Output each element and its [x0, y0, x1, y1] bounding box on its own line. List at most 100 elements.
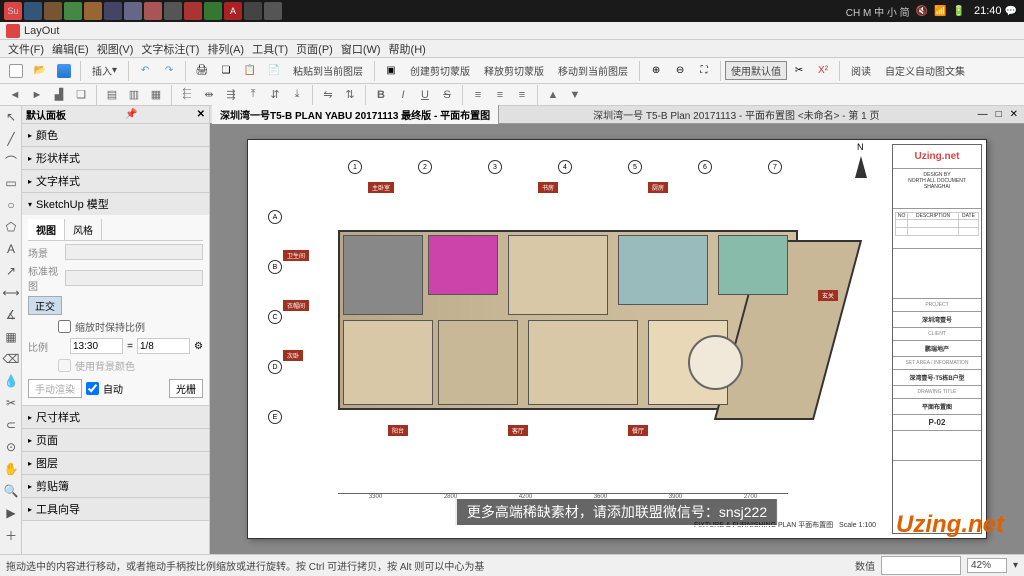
scissors-button[interactable]: ✂ [788, 60, 810, 82]
text-left-button[interactable]: ≡ [468, 86, 488, 104]
paste-layer-button[interactable]: 粘贴到当前图层 [286, 60, 370, 81]
flip-h-button[interactable]: ⇋ [318, 86, 338, 104]
new-button[interactable] [5, 60, 27, 82]
taskbar-app-icon[interactable] [204, 2, 222, 20]
label-tool[interactable]: ↗ [1, 261, 21, 281]
bring-front-button[interactable]: ▲ [543, 86, 563, 104]
xsup-button[interactable]: X² [812, 60, 834, 82]
section-pages[interactable]: 页面 [22, 429, 209, 451]
join-tool[interactable]: ⊂ [1, 415, 21, 435]
paper-sheet[interactable]: Uzing.net DESIGN BYNORTH ALL DOCUMENTSHA… [247, 139, 987, 539]
zoom-out-button[interactable]: ⊖ [669, 60, 691, 82]
offset-tool[interactable]: ⊙ [1, 437, 21, 457]
paste-button[interactable]: 📄 [263, 60, 285, 82]
send-back-button[interactable]: ▼ [565, 86, 585, 104]
taskbar-app-icon[interactable]: A [224, 2, 242, 20]
strike-button[interactable]: S [437, 86, 457, 104]
section-dim[interactable]: 尺寸样式 [22, 406, 209, 428]
dup-button[interactable]: ❏ [215, 60, 237, 82]
release-mask-button[interactable]: 释放剪切蒙版 [477, 60, 551, 81]
menu-view[interactable]: 视图(V) [93, 39, 138, 59]
insert-button[interactable]: 插入 ▾ [85, 60, 124, 81]
layer-a-button[interactable]: ▤ [102, 86, 122, 104]
raster-button[interactable]: 光栅 [169, 379, 203, 398]
menu-pages[interactable]: 页面(P) [292, 39, 337, 59]
section-text[interactable]: 文字样式 [22, 170, 209, 192]
scene-select[interactable] [65, 244, 203, 260]
move-layer-button[interactable]: 移动到当前图层 [551, 60, 635, 81]
page-add-tool[interactable]: ＋ [1, 525, 21, 545]
taskbar-app-icon[interactable] [124, 2, 142, 20]
taskbar-app-icon[interactable] [264, 2, 282, 20]
polygon-tool[interactable]: ⬠ [1, 217, 21, 237]
align-mid-button[interactable]: ⇵ [265, 86, 285, 104]
section-layers[interactable]: 图层 [22, 452, 209, 474]
read-button[interactable]: 阅读 [844, 60, 878, 81]
mask-button[interactable]: ▣ [380, 60, 402, 82]
minimize-icon[interactable]: — [974, 109, 992, 120]
ime-indicator[interactable]: CH M 中 小 简 [846, 4, 910, 19]
close-doc-icon[interactable]: ✕ [1006, 109, 1022, 120]
tray-icon[interactable]: 🔇 [916, 6, 928, 17]
table-tool[interactable]: ▦ [1, 327, 21, 347]
measure-input[interactable] [881, 556, 961, 575]
taskbar-app-icon[interactable] [24, 2, 42, 20]
layer-c-button[interactable]: ▦ [146, 86, 166, 104]
tab-view[interactable]: 视图 [28, 219, 65, 240]
undo-button[interactable]: ↶ [134, 60, 156, 82]
drawing-canvas[interactable]: Uzing.net DESIGN BYNORTH ALL DOCUMENTSHA… [210, 124, 1024, 554]
taskbar-app-icon[interactable] [184, 2, 202, 20]
align-top-button[interactable]: ⤒ [243, 86, 263, 104]
tab-style[interactable]: 风格 [65, 219, 102, 240]
menu-arrange[interactable]: 排列(A) [203, 39, 248, 59]
copy-button[interactable]: 📋 [239, 60, 261, 82]
print-button[interactable]: 🖨 [191, 60, 213, 82]
dim-tool[interactable]: ⟷ [1, 283, 21, 303]
menu-text[interactable]: 文字标注(T) [137, 39, 203, 59]
zoom-tool[interactable]: 🔍 [1, 481, 21, 501]
ratio-b-input[interactable] [137, 338, 190, 354]
circle-tool[interactable]: ○ [1, 195, 21, 215]
tray-header[interactable]: 默认面板 📌 ✕ [22, 106, 209, 124]
taskbar-app-icon[interactable] [104, 2, 122, 20]
page-prev-button[interactable]: ◄ [5, 86, 25, 104]
section-sketchup[interactable]: SketchUp 模型 [22, 193, 209, 215]
arc-tool[interactable]: ⌒ [1, 151, 21, 171]
select-tool[interactable]: ↖ [1, 107, 21, 127]
menu-window[interactable]: 窗口(W) [337, 39, 385, 59]
zoom-display[interactable]: 42% [967, 558, 1007, 573]
align-center-button[interactable]: ⇹ [199, 86, 219, 104]
taskbar-app-icon[interactable]: Su [4, 2, 22, 20]
use-default-button[interactable]: 使用默认值 [725, 61, 787, 80]
page-add-button[interactable]: ▟ [49, 86, 69, 104]
menu-file[interactable]: 文件(F) [4, 39, 48, 59]
floor-plan[interactable]: 1 2 3 4 5 6 7 A B C D E [308, 190, 848, 470]
pan-tool[interactable]: ✋ [1, 459, 21, 479]
text-right-button[interactable]: ≡ [512, 86, 532, 104]
page-dup-button[interactable]: ❏ [71, 86, 91, 104]
menu-help[interactable]: 帮助(H) [385, 39, 430, 59]
section-colors[interactable]: 颜色 [22, 124, 209, 146]
angle-tool[interactable]: ∡ [1, 305, 21, 325]
text-center-button[interactable]: ≡ [490, 86, 510, 104]
clock[interactable]: 21:40 [974, 5, 1002, 17]
ortho-button[interactable]: 正交 [28, 296, 62, 315]
layer-b-button[interactable]: ▥ [124, 86, 144, 104]
gear-icon[interactable]: ⚙ [194, 341, 203, 352]
align-right-button[interactable]: ⇶ [221, 86, 241, 104]
taskbar-app-icon[interactable] [244, 2, 262, 20]
taskbar-app-icon[interactable] [44, 2, 62, 20]
split-tool[interactable]: ✂ [1, 393, 21, 413]
zoom-dropdown-icon[interactable]: ▾ [1013, 560, 1018, 571]
redo-button[interactable]: ↷ [158, 60, 180, 82]
line-tool[interactable]: ╱ [1, 129, 21, 149]
menu-edit[interactable]: 编辑(E) [48, 39, 93, 59]
autotext-button[interactable]: 自定义自动图文集 [878, 60, 972, 81]
preserve-scale-checkbox[interactable] [58, 320, 71, 333]
tray-icon[interactable]: 📶 [934, 6, 946, 17]
document-tab[interactable]: 深圳湾一号T5-B PLAN YABU 20171113 最终版 - 平面布置图 [212, 105, 499, 124]
auto-checkbox[interactable] [86, 382, 99, 395]
ratio-a-input[interactable] [70, 338, 123, 354]
taskbar-app-icon[interactable] [164, 2, 182, 20]
taskbar-app-icon[interactable] [144, 2, 162, 20]
